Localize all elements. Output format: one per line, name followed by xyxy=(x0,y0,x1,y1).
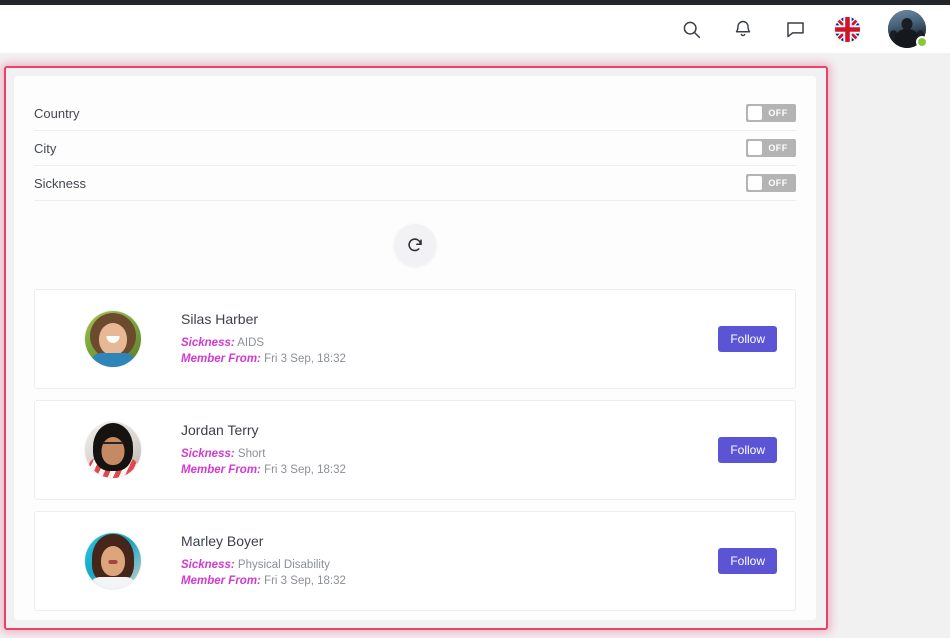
filter-label: City xyxy=(34,140,57,156)
avatar xyxy=(85,422,141,478)
app-header xyxy=(0,5,950,53)
toggle-country[interactable]: OFF xyxy=(746,104,796,122)
search-icon[interactable] xyxy=(679,17,703,41)
user-list: Silas Harber Sickness: AIDS Member From:… xyxy=(14,289,816,611)
filter-row-city: City OFF xyxy=(34,131,796,166)
sickness-label: Sickness: xyxy=(181,448,235,460)
filter-label: Country xyxy=(34,105,80,121)
list-item[interactable]: Silas Harber Sickness: AIDS Member From:… xyxy=(34,289,796,389)
sickness-line: Sickness: AIDS xyxy=(181,335,718,351)
user-name: Silas Harber xyxy=(181,311,259,327)
bell-icon[interactable] xyxy=(731,17,755,41)
toggle-state-label: OFF xyxy=(768,143,788,153)
member-from-label: Member From: xyxy=(181,464,261,476)
user-avatar[interactable] xyxy=(888,10,928,48)
member-from-line: Member From: Fri 3 Sep, 18:32 xyxy=(181,462,718,478)
refresh-zone xyxy=(14,201,816,289)
toggle-knob xyxy=(748,141,762,155)
member-from-value: Fri 3 Sep, 18:32 xyxy=(264,353,346,365)
sickness-label: Sickness: xyxy=(181,559,235,571)
member-from-value: Fri 3 Sep, 18:32 xyxy=(264,575,346,587)
toggle-knob xyxy=(748,176,762,190)
list-item[interactable]: Jordan Terry Sickness: Short Member From… xyxy=(34,400,796,500)
toggle-city[interactable]: OFF xyxy=(746,139,796,157)
member-from-label: Member From: xyxy=(181,575,261,587)
sickness-line: Sickness: Physical Disability xyxy=(181,557,718,573)
refresh-button[interactable] xyxy=(394,224,436,266)
user-info: Marley Boyer Sickness: Physical Disabili… xyxy=(181,533,718,589)
filters-and-users-panel: Country OFF City OFF Sickness OFF Silas … xyxy=(14,76,816,620)
member-from-value: Fri 3 Sep, 18:32 xyxy=(264,464,346,476)
sickness-line: Sickness: Short xyxy=(181,446,718,462)
user-name: Marley Boyer xyxy=(181,533,264,549)
sickness-value: Short xyxy=(237,448,266,460)
follow-button[interactable]: Follow xyxy=(718,437,777,463)
member-from-line: Member From: Fri 3 Sep, 18:32 xyxy=(181,573,718,589)
user-name: Jordan Terry xyxy=(181,422,259,438)
sickness-value: AIDS xyxy=(237,337,265,349)
toggle-sickness[interactable]: OFF xyxy=(746,174,796,192)
member-from-line: Member From: Fri 3 Sep, 18:32 xyxy=(181,351,718,367)
follow-button[interactable]: Follow xyxy=(718,326,777,352)
filter-row-country: Country OFF xyxy=(34,96,796,131)
avatar xyxy=(85,311,141,367)
avatar xyxy=(85,533,141,589)
sickness-value: Physical Disability xyxy=(237,559,330,571)
toggle-state-label: OFF xyxy=(768,178,788,188)
toggle-state-label: OFF xyxy=(768,108,788,118)
status-badge xyxy=(916,36,928,48)
chat-icon[interactable] xyxy=(783,17,807,41)
list-item[interactable]: Marley Boyer Sickness: Physical Disabili… xyxy=(34,511,796,611)
user-info: Jordan Terry Sickness: Short Member From… xyxy=(181,422,718,478)
follow-button[interactable]: Follow xyxy=(718,548,777,574)
uk-flag-icon[interactable] xyxy=(835,16,860,42)
sickness-label: Sickness: xyxy=(181,337,235,349)
header-icon-group xyxy=(679,10,928,48)
filter-row-sickness: Sickness OFF xyxy=(34,166,796,201)
user-info: Silas Harber Sickness: AIDS Member From:… xyxy=(181,311,718,367)
toggle-knob xyxy=(748,106,762,120)
member-from-label: Member From: xyxy=(181,353,261,365)
filter-label: Sickness xyxy=(34,175,87,191)
